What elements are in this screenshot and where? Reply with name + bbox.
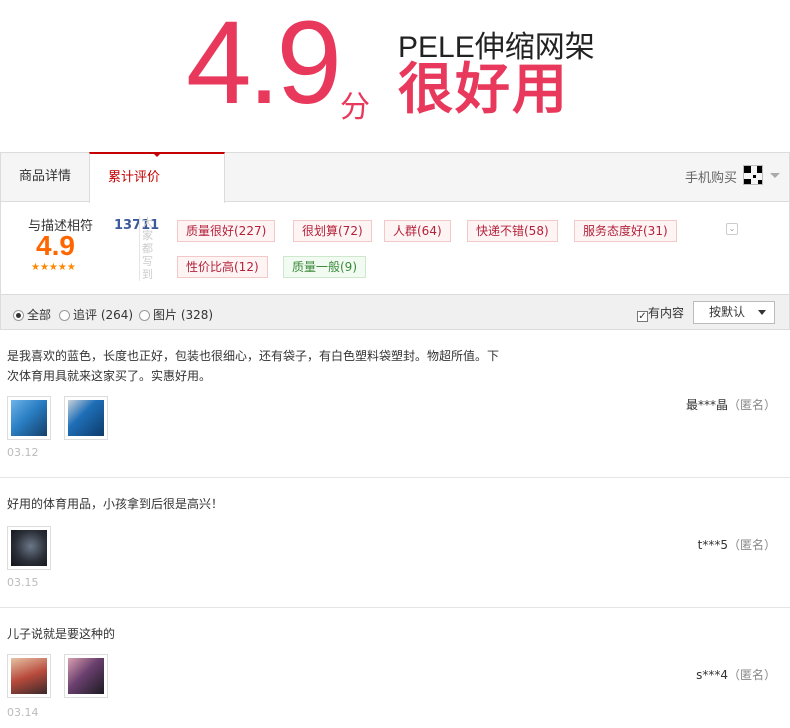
review-filter-bar: 全部 追评 (264) 图片 (328) ✓有内容 按默认 <box>0 294 790 330</box>
photo-image <box>68 658 104 694</box>
review-author: s***4（匿名） <box>696 666 776 683</box>
tab-indicator-icon <box>152 152 162 157</box>
photo-image <box>11 530 47 566</box>
tags-heading: 大家都写到 <box>139 216 153 281</box>
review-author-name: t***5 <box>697 538 728 552</box>
review-author-name: 最***晶 <box>685 398 728 412</box>
filter-all-radio[interactable]: 全部 <box>13 306 51 323</box>
has-content-checkbox[interactable]: ✓有内容 <box>637 304 684 322</box>
review-item: 儿子说就是要这种的 03.14 s***4（匿名） <box>0 608 790 728</box>
review-date: 03.12 <box>7 446 39 459</box>
mobile-buy-link[interactable]: 手机购买 <box>685 167 737 186</box>
review-item: 是我喜欢的蓝色，长度也正好，包装也很细心，还有袋子，有白色塑料袋塑封。物超所值。… <box>0 330 790 478</box>
review-photo-thumbnail[interactable] <box>7 396 51 440</box>
radio-icon <box>59 310 70 321</box>
radio-icon <box>139 310 150 321</box>
filter-pictures-label: 图片 (328) <box>153 308 214 322</box>
chevron-down-icon <box>758 310 766 315</box>
review-author: t***5（匿名） <box>698 536 776 553</box>
sort-select[interactable]: 按默认 <box>693 301 775 324</box>
banner-slogan: 很好用 <box>398 57 570 121</box>
filter-all-label: 全部 <box>27 308 52 322</box>
qr-code-icon[interactable] <box>743 165 763 185</box>
review-photo-thumbnail[interactable] <box>7 526 51 570</box>
banner-score: 4.9 <box>186 0 342 129</box>
promo-banner: 4.9 分 PELE伸缩网架 很好用 <box>0 0 790 150</box>
tab-product-details[interactable]: 商品详情 <box>1 152 89 202</box>
photo-image <box>11 658 47 694</box>
photo-image <box>68 400 104 436</box>
review-date: 03.15 <box>7 576 39 589</box>
banner-score-unit: 分 <box>340 90 370 125</box>
review-date: 03.14 <box>7 706 39 719</box>
rating-summary: 与描述相符 4.9 ★★★★★ 大家都写到 质量很好(227) 很划算(72) … <box>0 202 790 294</box>
photo-image <box>11 400 47 436</box>
checkbox-check-icon: ✓ <box>637 311 648 322</box>
review-tag[interactable]: 性价比高(12) <box>177 256 268 278</box>
review-tag[interactable]: 人群(64) <box>384 220 451 242</box>
filter-pictures-radio[interactable]: 图片 (328) <box>139 306 213 323</box>
rating-stars-icon: ★★★★★ <box>31 262 76 273</box>
filter-followup-radio[interactable]: 追评 (264) <box>59 306 133 323</box>
filter-followup-label: 追评 (264) <box>73 308 134 322</box>
tab-reviews[interactable]: 累计评价13711 <box>89 152 225 233</box>
review-tag[interactable]: 服务态度好(31) <box>574 220 677 242</box>
review-text: 好用的体育用品，小孩拿到后很是高兴！ <box>7 497 224 511</box>
rating-score: 4.9 <box>36 230 75 261</box>
tab-reviews-label: 累计评价 <box>108 170 161 185</box>
review-item: 好用的体育用品，小孩拿到后很是高兴！ 03.15 t***5（匿名） <box>0 478 790 608</box>
review-photo-thumbnail[interactable] <box>64 396 108 440</box>
detail-tabbar: 商品详情 累计评价13711 手机购买 <box>0 152 790 233</box>
review-author-name: s***4 <box>696 668 728 682</box>
review-author-anon: （匿名） <box>727 538 776 552</box>
review-tag[interactable]: 质量一般(9) <box>283 256 366 278</box>
review-photo-thumbnail[interactable] <box>7 654 51 698</box>
expand-tags-icon[interactable]: ⌄ <box>726 223 738 235</box>
review-author: 最***晶（匿名） <box>686 396 776 413</box>
review-tag[interactable]: 很划算(72) <box>293 220 372 242</box>
review-text: 儿子说就是要这种的 <box>7 627 116 641</box>
chevron-down-icon[interactable] <box>770 173 780 178</box>
review-tag[interactable]: 质量很好(227) <box>177 220 276 242</box>
review-photo-thumbnail[interactable] <box>64 654 108 698</box>
review-author-anon: （匿名） <box>727 668 776 682</box>
radio-icon <box>13 310 24 321</box>
review-text: 是我喜欢的蓝色，长度也正好，包装也很细心，还有袋子，有白色塑料袋塑封。物超所值。… <box>7 349 500 383</box>
review-tag[interactable]: 快递不错(58) <box>467 220 558 242</box>
has-content-label: 有内容 <box>648 306 685 320</box>
sort-select-value: 按默认 <box>709 305 746 319</box>
review-author-anon: （匿名） <box>727 398 776 412</box>
